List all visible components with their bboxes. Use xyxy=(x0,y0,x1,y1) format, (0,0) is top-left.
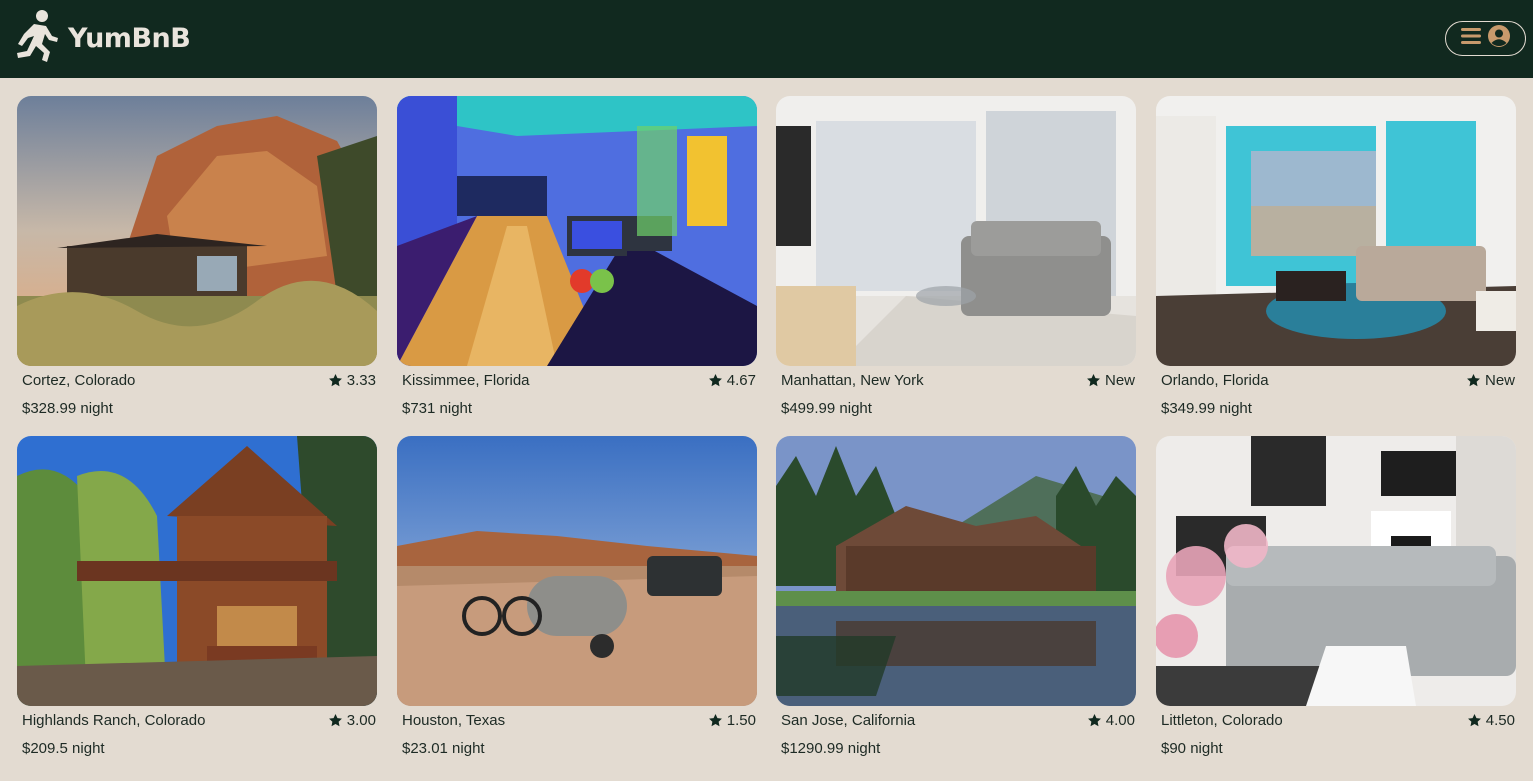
star-icon xyxy=(328,373,342,387)
listing-photo[interactable] xyxy=(397,436,757,706)
listing-card[interactable]: Houston, Texas 1.50 $23.01 night xyxy=(397,436,757,766)
listing-card[interactable]: San Jose, California 4.00 $1290.99 night xyxy=(776,436,1136,766)
listing-card[interactable]: Manhattan, New York New $499.99 night xyxy=(776,96,1136,426)
running-person-icon xyxy=(12,8,60,69)
listing-photo[interactable] xyxy=(397,96,757,366)
listing-card[interactable]: Orlando, Florida New $349.99 night xyxy=(1156,96,1516,426)
listing-rating: 3.00 xyxy=(328,712,376,729)
listing-price: $1290.99 night xyxy=(781,740,881,757)
listing-price: $23.01 night xyxy=(402,740,485,757)
rating-value: New xyxy=(1104,372,1135,389)
listing-rating: 3.33 xyxy=(328,372,376,389)
listing-rating: New xyxy=(1466,372,1515,389)
listing-price: $349.99 night xyxy=(1161,400,1252,417)
listing-rating: 4.50 xyxy=(1467,712,1515,729)
star-icon xyxy=(1467,713,1481,727)
listing-price: $499.99 night xyxy=(781,400,872,417)
listing-rating: 4.67 xyxy=(708,372,756,389)
listing-price: $90 night xyxy=(1161,740,1223,757)
brand-logo-link[interactable]: YumBnB xyxy=(12,8,191,69)
listing-location: San Jose, California xyxy=(781,712,916,729)
listing-location: Manhattan, New York xyxy=(781,372,924,389)
listing-card[interactable]: Kissimmee, Florida 4.67 $731 night xyxy=(397,96,757,426)
listing-rating: 4.00 xyxy=(1087,712,1135,729)
listing-location: Cortez, Colorado xyxy=(22,372,136,389)
listing-location: Highlands Ranch, Colorado xyxy=(22,712,206,729)
listing-location: Littleton, Colorado xyxy=(1161,712,1283,729)
star-icon xyxy=(708,373,722,387)
listing-photo[interactable] xyxy=(776,96,1136,366)
rating-value: 1.50 xyxy=(726,712,756,729)
hamburger-icon xyxy=(1461,27,1481,50)
listing-photo[interactable] xyxy=(776,436,1136,706)
listing-location: Houston, Texas xyxy=(402,712,506,729)
listing-card[interactable]: Littleton, Colorado 4.50 $90 night xyxy=(1156,436,1516,766)
top-nav-bar: YumBnB xyxy=(0,0,1533,78)
listing-rating: New xyxy=(1086,372,1135,389)
rating-value: 4.00 xyxy=(1105,712,1135,729)
rating-value: New xyxy=(1484,372,1515,389)
listing-price: $328.99 night xyxy=(22,400,113,417)
star-icon xyxy=(1467,373,1480,387)
listing-location: Orlando, Florida xyxy=(1161,372,1269,389)
rating-value: 3.00 xyxy=(346,712,376,729)
brand-name: YumBnB xyxy=(68,22,191,54)
listing-card[interactable]: Highlands Ranch, Colorado 3.00 $209.5 ni… xyxy=(17,436,377,766)
listing-price: $731 night xyxy=(402,400,473,417)
listing-photo[interactable] xyxy=(17,436,377,706)
star-icon xyxy=(708,713,722,727)
rating-value: 4.67 xyxy=(726,372,756,389)
listing-card[interactable]: Cortez, Colorado 3.33 $328.99 night xyxy=(17,96,377,426)
listing-photo[interactable] xyxy=(1156,436,1516,706)
user-circle-icon xyxy=(1488,25,1510,52)
star-icon xyxy=(1087,713,1101,727)
listing-location: Kissimmee, Florida xyxy=(402,372,530,389)
star-icon xyxy=(1087,373,1100,387)
listing-rating: 1.50 xyxy=(708,712,756,729)
rating-value: 4.50 xyxy=(1485,712,1515,729)
listing-photo[interactable] xyxy=(17,96,377,366)
rating-value: 3.33 xyxy=(346,372,376,389)
listing-photo[interactable] xyxy=(1156,96,1516,366)
listing-price: $209.5 night xyxy=(22,740,105,757)
user-menu-button[interactable] xyxy=(1445,21,1526,56)
star-icon xyxy=(328,713,342,727)
